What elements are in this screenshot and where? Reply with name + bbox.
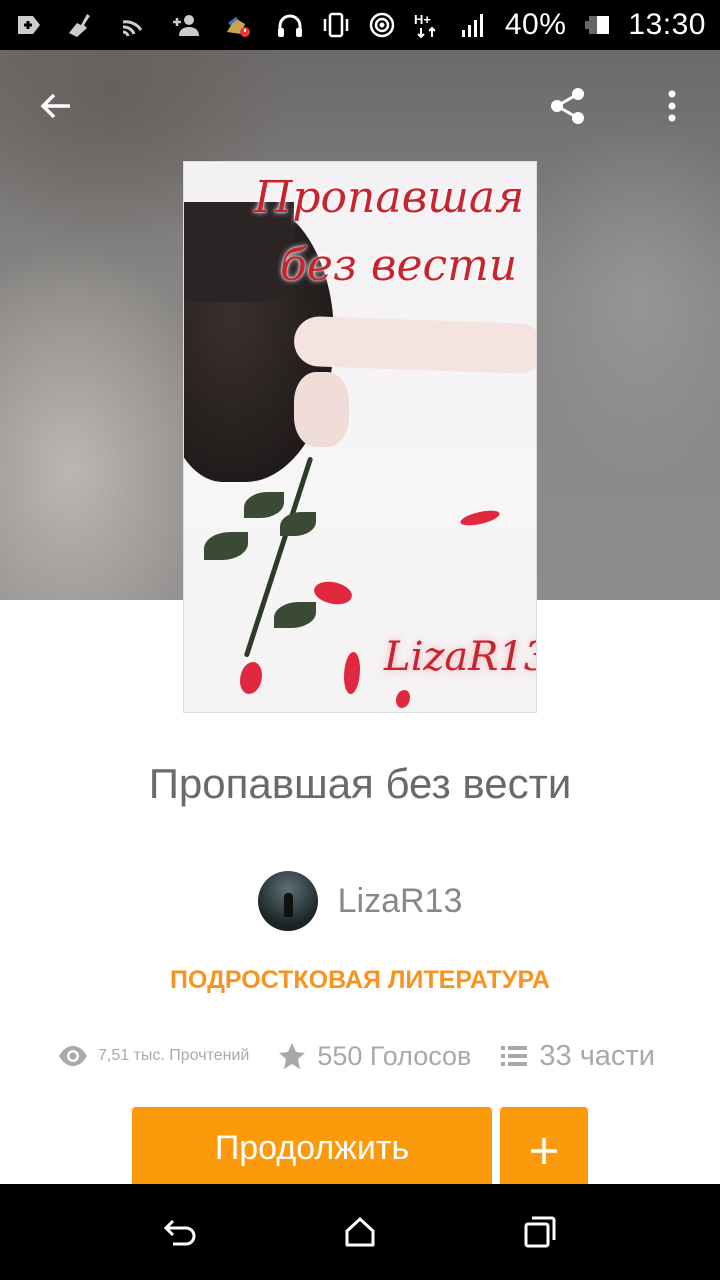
star-icon bbox=[279, 1043, 306, 1069]
list-icon bbox=[501, 1046, 528, 1066]
share-icon bbox=[551, 88, 584, 124]
rose-leaf bbox=[204, 532, 248, 560]
add-to-library-button[interactable] bbox=[500, 1107, 588, 1195]
cover-title: Пропавшая без вести bbox=[254, 164, 536, 300]
broom-icon bbox=[66, 12, 96, 38]
cover-hand bbox=[294, 372, 349, 447]
votes-count: 550 Голосов bbox=[317, 1040, 472, 1071]
rose-petal bbox=[344, 652, 360, 694]
nav-home-button[interactable] bbox=[330, 1202, 390, 1262]
avatar[interactable] bbox=[257, 871, 318, 931]
cover-author: LizaR13 bbox=[384, 634, 536, 680]
rose-petal bbox=[240, 662, 262, 694]
rose-petal bbox=[459, 508, 501, 528]
nfc-icon bbox=[367, 12, 397, 38]
nav-recents-button[interactable] bbox=[510, 1202, 570, 1262]
network-type-icon: H+ bbox=[413, 12, 443, 38]
continue-reading-button[interactable]: Продолжить bbox=[132, 1107, 492, 1195]
cover-title-line2: без вести bbox=[280, 240, 518, 291]
wifi-icon bbox=[118, 12, 148, 38]
book-title: Пропавшая без вести bbox=[148, 760, 572, 807]
svg-text:H+: H+ bbox=[414, 12, 431, 27]
warning-app-icon bbox=[222, 12, 252, 38]
author-row[interactable]: LizaR13 bbox=[0, 870, 720, 932]
back-nav-icon bbox=[163, 1219, 196, 1246]
rose-petal bbox=[311, 576, 355, 610]
home-icon bbox=[345, 1217, 375, 1247]
reads-count: 7,51 тыс. Прочтений bbox=[98, 1047, 250, 1064]
status-bar: H+ 40% 13:30 bbox=[0, 0, 720, 50]
rose-leaf bbox=[274, 602, 316, 628]
add-box-icon bbox=[14, 12, 44, 38]
book-cover[interactable]: Пропавшая без вести LizaR13 bbox=[184, 162, 536, 712]
avatar-figure bbox=[283, 893, 293, 917]
nav-back-button[interactable] bbox=[150, 1202, 210, 1262]
system-nav-bar bbox=[0, 1184, 720, 1280]
cover-title-line1: Пропавшая bbox=[254, 172, 525, 223]
plus-icon bbox=[531, 1138, 557, 1164]
battery-icon bbox=[582, 12, 612, 38]
more-options-button[interactable] bbox=[644, 78, 700, 134]
battery-percent: 40% bbox=[504, 8, 567, 41]
arrow-left-icon bbox=[40, 93, 70, 119]
eye-icon bbox=[59, 1046, 87, 1066]
add-person-icon bbox=[170, 12, 200, 38]
signal-icon bbox=[459, 12, 489, 38]
votes-stat: 550 Голосов bbox=[277, 1041, 471, 1072]
headset-icon bbox=[275, 12, 305, 38]
cover-arm bbox=[293, 315, 536, 375]
recents-icon bbox=[524, 1216, 556, 1248]
vibrate-icon bbox=[321, 12, 351, 38]
parts-count: 33 части bbox=[539, 1039, 655, 1072]
rose-leaf bbox=[280, 512, 316, 536]
rose-petal bbox=[396, 690, 410, 708]
more-vert-icon bbox=[668, 90, 676, 122]
parts-stat[interactable]: 33 части bbox=[499, 1040, 655, 1073]
author-name[interactable]: LizaR13 bbox=[338, 882, 463, 921]
share-button[interactable] bbox=[540, 78, 596, 134]
continue-label: Продолжить bbox=[214, 1128, 410, 1167]
rose-leaf bbox=[244, 492, 284, 518]
stats-row: 7,51 тыс. Прочтений 550 Голосов 33 части bbox=[58, 1032, 678, 1080]
back-button[interactable] bbox=[28, 78, 84, 134]
genre-link[interactable]: ПОДРОСТКОВАЯ ЛИТЕРАТУРА bbox=[0, 966, 720, 995]
clock: 13:30 bbox=[628, 8, 706, 41]
reads-stat: 7,51 тыс. Прочтений bbox=[58, 1041, 249, 1071]
